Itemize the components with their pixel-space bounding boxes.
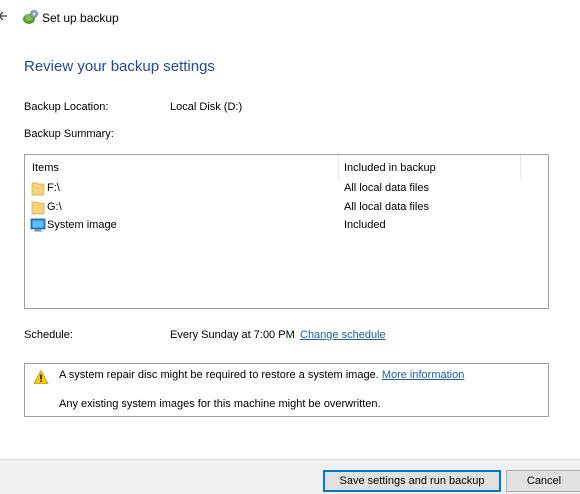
footer-bar: Save settings and run backup Cancel [0,459,580,494]
warning-message: A system repair disc might be required t… [59,369,464,381]
backup-location-label: Backup Location: [24,101,109,113]
window-title: Set up backup [42,11,119,25]
schedule-label: Schedule: [24,329,73,341]
column-divider[interactable] [338,155,339,179]
more-information-link[interactable]: More information [382,369,465,381]
item-included: Included [344,219,386,231]
overwrite-warning-text: Any existing system images for this mach… [59,398,381,410]
list-item[interactable]: G:\ All local data files [25,198,548,217]
list-item[interactable]: F:\ All local data files [25,179,548,198]
item-included: All local data files [344,201,429,213]
back-arrow-icon[interactable] [0,9,8,23]
item-included: All local data files [344,182,429,194]
folder-icon [31,182,45,196]
warning-icon [33,369,49,384]
page-title: Review your backup settings [24,58,215,75]
item-name: F:\ [47,182,60,194]
backup-location-value: Local Disk (D:) [170,101,243,113]
column-divider[interactable] [520,155,521,179]
save-and-run-button[interactable]: Save settings and run backup [323,470,501,492]
repair-disc-text: A system repair disc might be required t… [59,369,379,381]
item-name: System image [47,219,117,231]
cancel-button[interactable]: Cancel [506,470,580,492]
column-header-included[interactable]: Included in backup [344,162,436,174]
backup-summary-label: Backup Summary: [24,128,114,140]
backup-summary-list[interactable]: Items Included in backup F:\ All local d… [24,154,549,309]
backup-app-icon [23,10,38,24]
item-name: G:\ [47,201,62,213]
list-item[interactable]: System image Included [25,216,548,235]
change-schedule-link[interactable]: Change schedule [300,329,386,341]
schedule-value: Every Sunday at 7:00 PM [170,329,295,341]
title-bar: Set up backup [0,0,580,34]
warning-notice: A system repair disc might be required t… [24,363,549,417]
list-header: Items Included in backup [25,155,548,179]
column-header-items[interactable]: Items [32,162,59,174]
monitor-icon [30,218,46,232]
folder-icon [31,201,45,215]
